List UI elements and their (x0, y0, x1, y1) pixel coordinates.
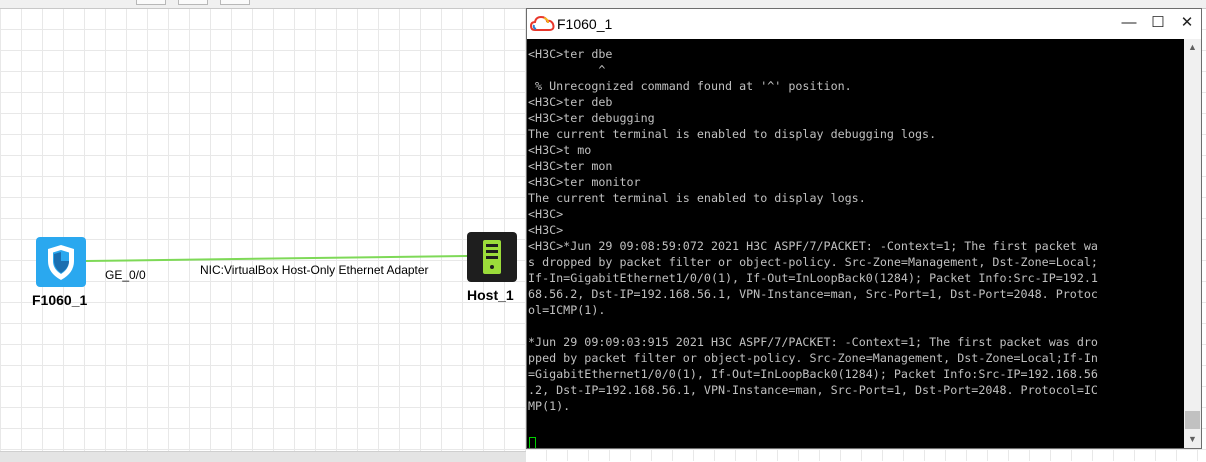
terminal-line: The current terminal is enabled to displ… (528, 127, 937, 141)
terminal-line: ^ (528, 63, 606, 77)
terminal-line: <H3C>*Jun 29 09:08:59:072 2021 H3C ASPF/… (528, 239, 1098, 253)
port-label: GE_0/0 (105, 268, 146, 282)
terminal-line: <H3C>ter deb (528, 95, 613, 109)
terminal-line: The current terminal is enabled to displ… (528, 191, 866, 205)
scrollbar-thumb[interactable] (1185, 411, 1200, 429)
terminal-line: % Unrecognized command found at '^' posi… (528, 79, 852, 93)
maximize-button[interactable]: ☐ (1144, 9, 1172, 39)
terminal-line: <H3C>ter dbe (528, 47, 613, 61)
terminal-line: <H3C>t mo (528, 143, 592, 157)
terminal-line: *Jun 29 09:09:03:915 2021 H3C ASPF/7/PAC… (528, 335, 1098, 349)
scroll-up-arrow-icon[interactable]: ▲ (1184, 39, 1201, 56)
host-device[interactable] (467, 232, 517, 282)
host-server-icon (483, 240, 501, 274)
terminal-line: ol=ICMP(1). (528, 303, 606, 317)
terminal-line: .2, Dst-IP=192.168.56.1, VPN-Instance=ma… (528, 383, 1098, 397)
terminal-line: <H3C>ter mon (528, 159, 613, 173)
link-label: NIC:VirtualBox Host-Only Ethernet Adapte… (200, 263, 429, 277)
terminal-line: <H3C> (528, 223, 564, 237)
cloud-icon (530, 15, 555, 31)
terminal-line: MP(1). (528, 399, 571, 413)
terminal-line: <H3C>ter debugging (528, 111, 655, 125)
host-label: Host_1 (467, 287, 514, 303)
terminal-titlebar[interactable]: F1060_1 — ☐ ✕ (527, 9, 1201, 39)
terminal-line: pped by packet filter or object-policy. … (528, 351, 1098, 365)
minimize-button[interactable]: — (1115, 9, 1143, 39)
terminal-line: <H3C>ter monitor (528, 175, 641, 189)
firewall-shield-icon (48, 245, 74, 280)
close-button[interactable]: ✕ (1173, 9, 1201, 39)
firewall-label: F1060_1 (32, 292, 88, 308)
terminal-line: s dropped by packet filter or object-pol… (528, 255, 1098, 269)
terminal-title: F1060_1 (557, 16, 613, 32)
terminal-line: 68.56.2, Dst-IP=192.168.56.1, VPN-Instan… (528, 287, 1098, 301)
terminal-text: <H3C>ter dbe ^ % Unrecognized command fo… (528, 46, 1098, 414)
terminal-line: If-In=GigabitEthernet1/0/0(1), If-Out=In… (528, 271, 1098, 285)
terminal-line: =GigabitEthernet1/0/0(1), If-Out=InLoopB… (528, 367, 1098, 381)
terminal-cursor (529, 437, 536, 448)
terminal-window[interactable]: F1060_1 — ☐ ✕ <H3C>ter dbe ^ % Unrecogni… (526, 8, 1202, 449)
firewall-device[interactable] (36, 237, 86, 287)
terminal-line: <H3C> (528, 207, 564, 221)
link-line (85, 255, 468, 262)
terminal-output[interactable]: <H3C>ter dbe ^ % Unrecognized command fo… (527, 39, 1184, 448)
vertical-scrollbar[interactable]: ▲ ▼ (1184, 39, 1201, 448)
scroll-down-arrow-icon[interactable]: ▼ (1184, 431, 1201, 448)
